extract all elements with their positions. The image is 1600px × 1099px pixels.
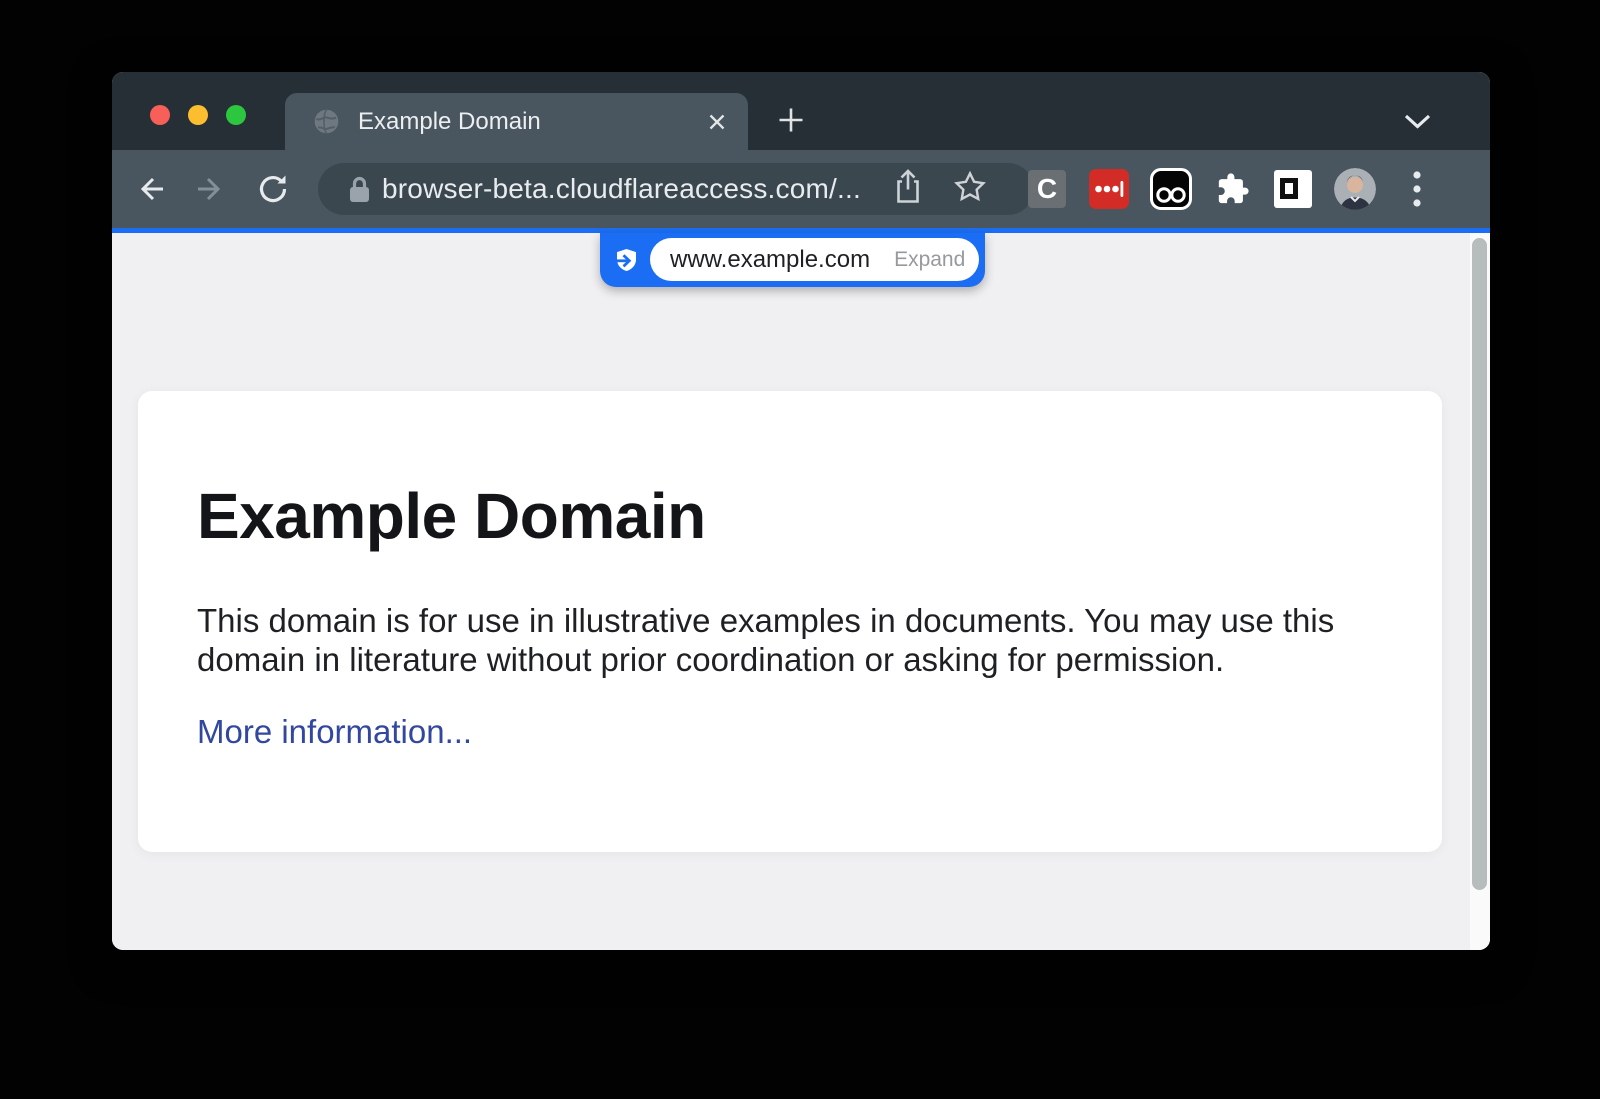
isolated-domain-text: www.example.com: [670, 246, 870, 274]
extensions-menu-button[interactable]: [1216, 172, 1250, 206]
profile-avatar-button[interactable]: [1334, 168, 1376, 210]
browser-toolbar: browser-beta.cloudflareaccess.com/... C: [112, 150, 1490, 228]
expand-button[interactable]: Expand: [894, 248, 965, 272]
globe-favicon-icon: [313, 108, 340, 135]
close-window-button[interactable]: [150, 105, 170, 125]
browser-window: Example Domain: [112, 72, 1490, 950]
share-icon: [892, 169, 924, 205]
bookmark-button[interactable]: [953, 170, 987, 209]
kebab-menu-icon: [1413, 170, 1422, 208]
zoom-window-button[interactable]: [226, 105, 246, 125]
tab-strip: Example Domain: [112, 72, 1490, 150]
lock-icon[interactable]: [346, 174, 373, 210]
tab-search-chevron-button[interactable]: [1404, 114, 1431, 134]
more-information-link[interactable]: More information...: [197, 713, 472, 751]
extension-circles-button[interactable]: [1150, 168, 1192, 210]
star-icon: [953, 170, 987, 204]
two-circles-extension-icon: [1150, 168, 1192, 210]
tab-example-domain[interactable]: Example Domain: [285, 93, 748, 150]
square-frame-icon: [1274, 170, 1312, 208]
avatar: [1334, 168, 1376, 210]
isolation-inner-pill[interactable]: www.example.com Expand: [650, 238, 979, 281]
window-controls: [150, 105, 246, 125]
back-arrow-icon: [132, 171, 168, 207]
plus-icon: [776, 105, 806, 135]
scrollbar-track[interactable]: [1470, 233, 1490, 950]
tab-close-icon[interactable]: [706, 111, 728, 133]
browser-menu-button[interactable]: [1413, 170, 1422, 208]
new-tab-button[interactable]: [774, 103, 808, 137]
share-button[interactable]: [892, 169, 924, 210]
lastpass-icon: [1089, 169, 1129, 209]
minimize-window-button[interactable]: [188, 105, 208, 125]
page-viewport: www.example.com Expand Example Domain Th…: [112, 233, 1490, 950]
forward-button[interactable]: [193, 171, 229, 207]
side-panel-button[interactable]: [1274, 170, 1312, 208]
chevron-down-icon: [1404, 114, 1431, 129]
content-card: Example Domain This domain is for use in…: [138, 391, 1442, 852]
reload-button[interactable]: [256, 172, 290, 206]
forward-arrow-icon: [193, 171, 229, 207]
c-extension-icon: C: [1028, 170, 1066, 208]
tab-title: Example Domain: [358, 108, 706, 136]
puzzle-icon: [1216, 172, 1250, 206]
isolation-domain-pill[interactable]: www.example.com Expand: [600, 233, 985, 287]
page-title: Example Domain: [197, 479, 1383, 553]
scrollbar-thumb[interactable]: [1472, 238, 1487, 890]
page-paragraph: This domain is for use in illustrative e…: [197, 601, 1383, 679]
extension-c-button[interactable]: C: [1028, 170, 1066, 208]
back-button[interactable]: [132, 171, 168, 207]
address-bar[interactable]: browser-beta.cloudflareaccess.com/...: [318, 163, 1034, 215]
reload-icon: [256, 172, 290, 206]
screenshot-stage: Example Domain: [0, 0, 1600, 1099]
extension-lastpass-button[interactable]: [1089, 169, 1129, 209]
isolation-shield-icon: [609, 245, 641, 282]
url-text: browser-beta.cloudflareaccess.com/...: [382, 173, 861, 205]
